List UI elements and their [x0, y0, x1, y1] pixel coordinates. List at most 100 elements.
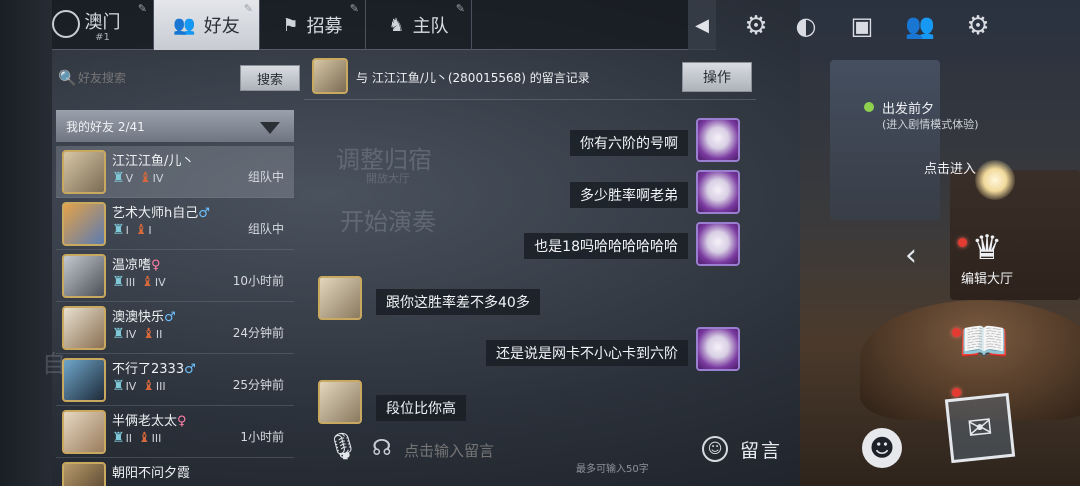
- left-edge: [0, 0, 52, 486]
- my-avatar[interactable]: [696, 170, 740, 214]
- friend-name: 不行了2333♂: [112, 362, 196, 377]
- avatar: [62, 462, 106, 486]
- hunter-rank-badge: ♝ I: [134, 222, 152, 238]
- background-ghost-text: 開放大厅: [366, 172, 410, 185]
- chat-header: 与 江江江鱼/儿丶(280015568) 的留言记录 操作: [304, 56, 756, 100]
- pin-icon: ✎: [349, 2, 359, 15]
- friend-name: 温凉嗜♀: [112, 258, 161, 273]
- my-avatar[interactable]: [696, 118, 740, 162]
- avatar: [62, 306, 106, 350]
- mask-icon[interactable]: ☻: [862, 428, 902, 468]
- tab-friends-label: 好友: [203, 16, 240, 37]
- open-book-icon[interactable]: 📖: [948, 318, 1020, 366]
- enter-quest-link[interactable]: 点击进入: [924, 158, 976, 177]
- friend-avatar[interactable]: [318, 276, 362, 320]
- friend-list: 江江江鱼/儿丶 ♜ V ♝ IV 组队中 艺术大师h自己♂ ♜ I ♝ I 组队中 温凉…: [56, 146, 294, 486]
- chevron-left-icon[interactable]: ‹: [905, 238, 917, 273]
- tab-spacer: [472, 0, 688, 49]
- system-gear-icon[interactable]: ⚙: [960, 8, 996, 44]
- rank-badges: ♜ V ♝ IV: [112, 170, 163, 186]
- background-ghost-text: 自: [42, 350, 66, 378]
- rank-badges: ♜ III ♝ IV: [112, 274, 166, 290]
- survivor-rank-badge: ♜ I: [112, 222, 129, 238]
- quest-subtitle: (进入剧情模式体验): [882, 118, 979, 131]
- edit-hall-button[interactable]: ♛ 编辑大厅: [952, 228, 1022, 298]
- friend-status: 组队中: [247, 222, 284, 236]
- tab-macao-sub: #1: [95, 31, 110, 43]
- scene-window: [830, 60, 940, 220]
- tab-macao-label: 澳门: [84, 11, 121, 33]
- tab-recruit[interactable]: ⚑ 招募 ✎: [260, 0, 366, 50]
- avatar: [62, 202, 106, 246]
- friend-name: 朝阳不问夕霞: [112, 466, 191, 481]
- scene-lamp: [975, 160, 1015, 200]
- search-button[interactable]: 搜索: [240, 65, 300, 91]
- edit-hall-label: 编辑大厅: [960, 272, 1013, 287]
- team-icon: ♞: [388, 14, 405, 36]
- friend-avatar[interactable]: [318, 380, 362, 424]
- friend-name: 半俩老太太♀: [112, 414, 187, 429]
- friend-row[interactable]: 朝阳不问夕霞: [56, 458, 294, 486]
- friend-name: 澳澳快乐♂: [112, 310, 176, 325]
- friend-row[interactable]: 艺术大师h自己♂ ♜ I ♝ I 组队中: [56, 198, 294, 250]
- my-avatar[interactable]: [696, 222, 740, 266]
- friend-row[interactable]: 温凉嗜♀ ♜ III ♝ IV 10小时前: [56, 250, 294, 302]
- avatar: [62, 150, 106, 194]
- hunter-rank-badge: ♝ II: [142, 326, 163, 342]
- settings-gear-icon[interactable]: ⚙: [738, 8, 774, 44]
- friend-name: 江江江鱼/儿丶: [112, 154, 195, 169]
- rank-badges: ♜ IV ♝ II: [112, 326, 162, 342]
- tab-recruit-label: 招募: [306, 16, 343, 37]
- moon-icon[interactable]: ◐: [788, 8, 824, 44]
- friend-status: 组队中: [247, 170, 284, 184]
- chat-message: 多少胜率啊老弟: [570, 182, 688, 208]
- survivor-rank-badge: ♜ V: [112, 170, 134, 186]
- microphone-icon[interactable]: 🎙: [326, 432, 359, 462]
- operations-button[interactable]: 操作: [682, 62, 752, 92]
- chat-message: 你有六阶的号啊: [570, 130, 688, 156]
- voice-to-text-icon[interactable]: ☊: [372, 436, 392, 461]
- background-ghost-text: 开始演奏: [340, 208, 436, 236]
- profile-card-icon[interactable]: ▣: [844, 8, 880, 44]
- friends-panel: 🔍 搜索 我的好友 2/41 江江江鱼/儿丶 ♜V ♝IV 组队中 艺术大师h自…: [52, 58, 302, 486]
- survivor-rank-badge: ♜ IV: [112, 326, 137, 342]
- avatar: [312, 58, 348, 94]
- chevron-down-icon: [260, 122, 280, 134]
- friend-row[interactable]: 半俩老太太♀ ♜ II ♝ III 1小时前: [56, 406, 294, 458]
- chevron-left-icon: ◀: [695, 14, 709, 36]
- quest-status-dot: [864, 102, 874, 112]
- friend-search: 🔍 搜索: [58, 64, 300, 92]
- notification-dot: [952, 388, 961, 397]
- background-scene: [800, 0, 1080, 486]
- chat-message: 还是说是网卡不小心卡到六阶: [486, 340, 688, 366]
- friend-row[interactable]: 江江江鱼/儿丶 ♜ V ♝ IV 组队中: [56, 146, 294, 198]
- globe-icon[interactable]: [52, 10, 80, 38]
- friend-search-input[interactable]: [78, 71, 240, 85]
- flag-icon: ⚑: [282, 14, 299, 36]
- friend-name: 艺术大师h自己♂: [112, 206, 210, 221]
- tab-friends[interactable]: 👥 好友 ✎: [154, 0, 260, 50]
- tab-team[interactable]: ♞ 主队 ✎: [366, 0, 472, 50]
- journal-icon[interactable]: ✉: [944, 392, 1016, 464]
- search-icon: 🔍: [58, 69, 77, 87]
- friend-status: 1小时前: [240, 430, 284, 444]
- friend-status: 25分钟前: [232, 378, 284, 392]
- survivor-rank-badge: ♜ II: [112, 430, 133, 446]
- pin-icon: ✎: [243, 2, 253, 15]
- throne-icon: ♛: [971, 228, 1003, 268]
- emoji-icon[interactable]: ☺: [702, 436, 728, 462]
- send-message-button[interactable]: 留言: [740, 436, 782, 463]
- collapse-tabs-button[interactable]: ◀: [688, 0, 716, 50]
- friend-group-header[interactable]: 我的好友 2/41: [56, 110, 294, 142]
- quest-title: 出发前夕: [882, 102, 935, 117]
- chat-message: 也是18吗哈哈哈哈哈哈: [524, 233, 688, 259]
- friend-row[interactable]: 澳澳快乐♂ ♜ IV ♝ II 24分钟前: [56, 302, 294, 354]
- friend-row[interactable]: 不行了2333♂ ♜ IV ♝ III 25分钟前: [56, 354, 294, 406]
- survivor-rank-badge: ♜ IV: [112, 378, 137, 394]
- pin-icon: ✎: [137, 2, 147, 15]
- avatar: [62, 358, 106, 402]
- my-avatar[interactable]: [696, 327, 740, 371]
- avatar: [62, 254, 106, 298]
- tab-bar: 澳门 #1 ✎ 👥 好友 ✎ ⚑ 招募 ✎ ♞ 主队 ✎ ◀: [52, 0, 716, 50]
- social-icon[interactable]: 👥: [902, 8, 938, 44]
